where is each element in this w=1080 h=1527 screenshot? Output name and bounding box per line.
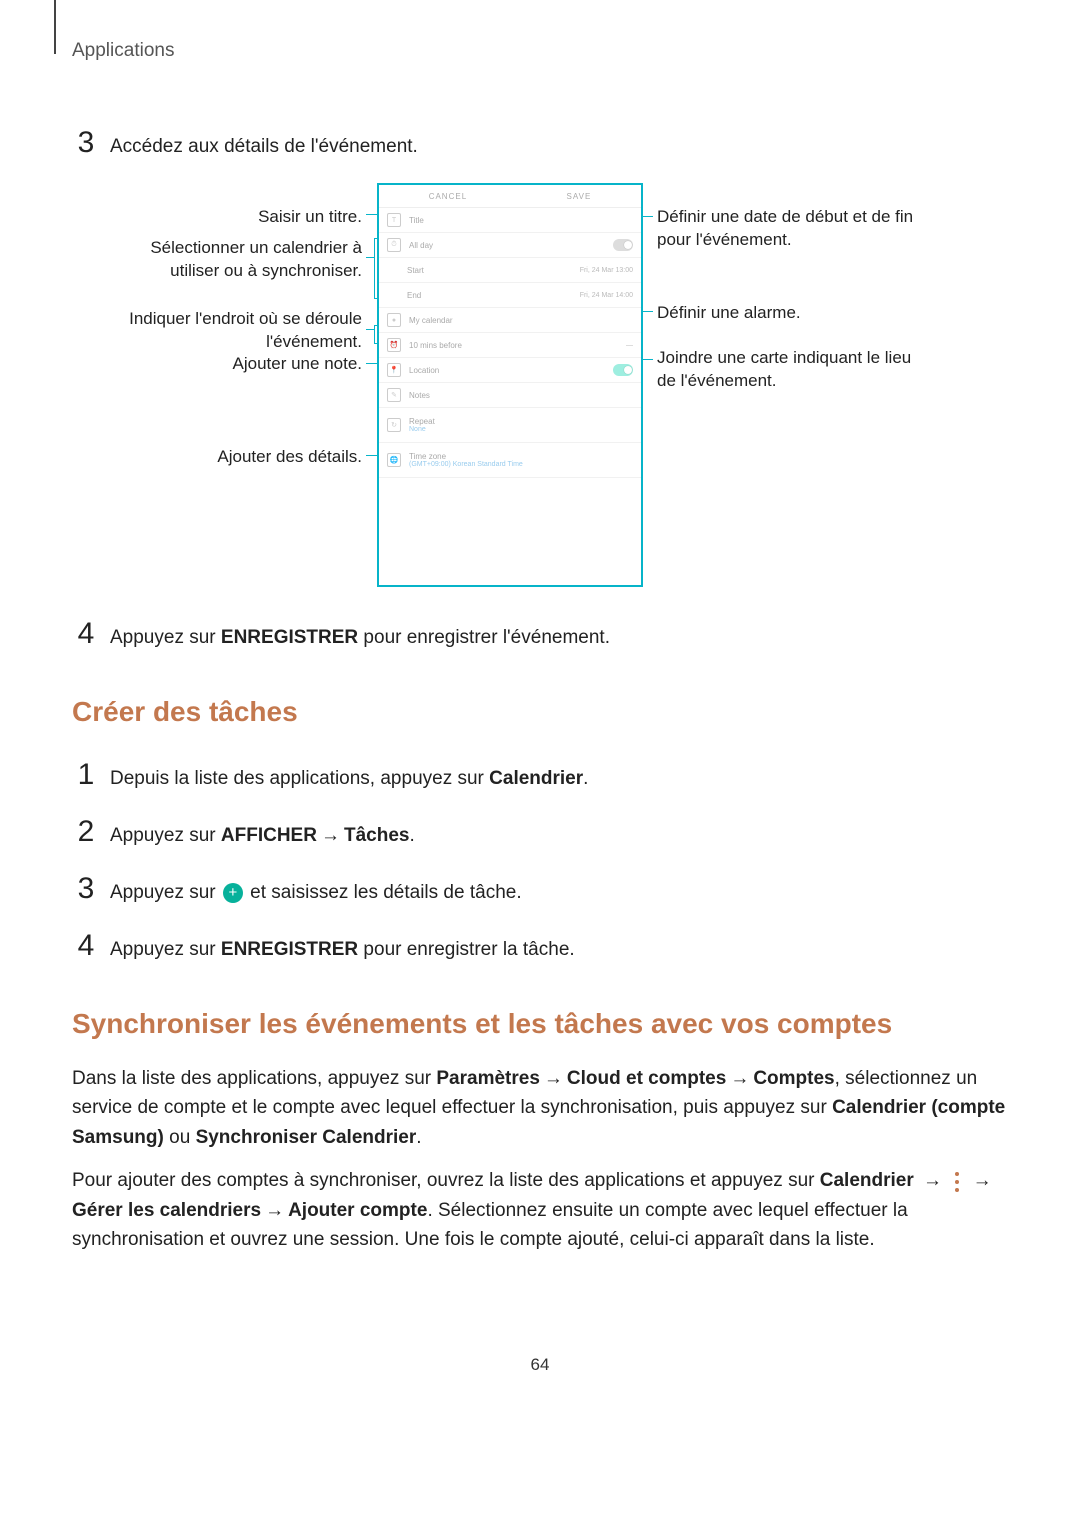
callout-details: Ajouter des détails.	[102, 446, 362, 469]
sync-paragraph-1: Dans la liste des applications, appuyez …	[72, 1064, 1008, 1152]
step-number: 3	[72, 120, 100, 165]
heading-sync: Synchroniser les événements et les tâche…	[72, 1008, 1008, 1040]
step-4: 4 Appuyez sur ENREGISTRER pour enregistr…	[72, 611, 1008, 656]
callout-notes: Ajouter une note.	[102, 353, 362, 376]
step-number: 4	[72, 611, 100, 656]
plus-icon: +	[223, 883, 243, 903]
callout-calendar: Sélectionner un calendrier à utiliser ou…	[102, 237, 362, 283]
section-header: Applications	[72, 40, 1008, 62]
heading-create-tasks: Créer des tâches	[72, 696, 1008, 728]
callout-map: Joindre une carte indiquant le lieu de l…	[657, 347, 917, 393]
step-3: 3 Accédez aux détails de l'événement.	[72, 120, 1008, 165]
section-rule	[54, 0, 56, 54]
callout-dates: Définir une date de début et de fin pour…	[657, 206, 917, 252]
more-icon	[955, 1168, 959, 1194]
event-details-figure: Saisir un titre. Sélectionner un calendr…	[102, 183, 914, 593]
task-step-2: 2 Appuyez sur AFFICHER→Tâches.	[72, 809, 1008, 854]
phone-screenshot: CANCELSAVE TTitle ⏱All day StartFri, 24 …	[377, 183, 643, 587]
callout-location: Indiquer l'endroit où se déroule l'événe…	[102, 308, 362, 354]
sync-paragraph-2: Pour ajouter des comptes à synchroniser,…	[72, 1166, 1008, 1254]
task-step-4: 4 Appuyez sur ENREGISTRER pour enregistr…	[72, 923, 1008, 968]
callout-title: Saisir un titre.	[102, 206, 362, 229]
task-step-3: 3 Appuyez sur + et saisissez les détails…	[72, 866, 1008, 911]
page-number: 64	[72, 1355, 1008, 1375]
callout-alarm: Définir une alarme.	[657, 302, 917, 325]
step-text: Appuyez sur ENREGISTRER pour enregistrer…	[110, 624, 1008, 653]
step-text: Accédez aux détails de l'événement.	[110, 133, 1008, 162]
task-step-1: 1 Depuis la liste des applications, appu…	[72, 752, 1008, 797]
